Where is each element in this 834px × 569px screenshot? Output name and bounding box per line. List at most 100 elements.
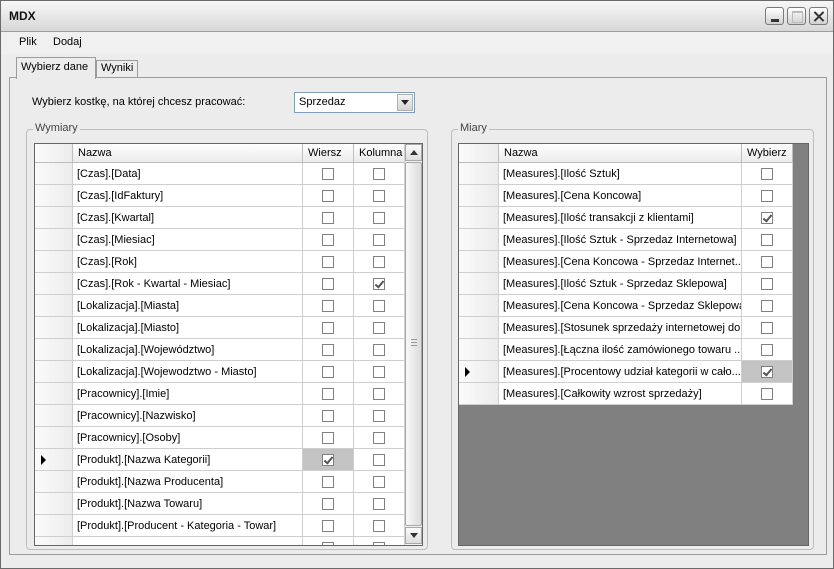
wybierz-checkbox[interactable]	[761, 299, 773, 312]
measure-name-cell[interactable]: [Measures].[Cena Koncowa - Sprzedaz Inte…	[499, 251, 742, 273]
wiersz-checkbox[interactable]	[322, 189, 334, 202]
dimension-name-cell[interactable]: [Czas].[Miesiac]	[73, 229, 303, 251]
tab-wyniki[interactable]: Wyniki	[96, 60, 138, 78]
row-header[interactable]	[459, 273, 499, 295]
measure-name-cell[interactable]: [Measures].[Łączna ilość zamówionego tow…	[499, 339, 742, 361]
kolumna-checkbox[interactable]	[373, 255, 385, 268]
row-header[interactable]	[35, 405, 73, 427]
measure-name-cell[interactable]: [Measures].[Ilość transakcji z klientami…	[499, 207, 742, 229]
wiersz-checkbox[interactable]	[322, 343, 334, 356]
measure-name-cell[interactable]: [Measures].[Cena Koncowa - Sprzedaz Skle…	[499, 295, 742, 317]
minimize-button[interactable]	[765, 7, 784, 25]
wiersz-checkbox[interactable]	[322, 211, 334, 224]
dimensions-header-kolumna[interactable]: Kolumna	[354, 144, 405, 163]
kolumna-checkbox[interactable]	[373, 387, 385, 400]
row-header[interactable]	[459, 361, 499, 383]
row-header[interactable]	[35, 427, 73, 449]
row-header[interactable]	[35, 383, 73, 405]
dimension-name-cell[interactable]: [Lokalizacja].[Województwo]	[73, 339, 303, 361]
wiersz-checkbox[interactable]	[322, 387, 334, 400]
title-bar[interactable]: MDX	[1, 1, 833, 32]
dimension-name-cell[interactable]	[73, 537, 303, 545]
dimension-name-cell[interactable]: [Lokalizacja].[Wojewodztwo - Miasto]	[73, 361, 303, 383]
dimension-name-cell[interactable]: [Produkt].[Nazwa Kategorii]	[73, 449, 303, 471]
row-header[interactable]	[35, 493, 73, 515]
wybierz-checkbox[interactable]	[761, 365, 773, 378]
dimension-name-cell[interactable]: [Pracownicy].[Imie]	[73, 383, 303, 405]
measures-header-nazwa[interactable]: Nazwa	[499, 144, 742, 163]
row-header[interactable]	[35, 537, 73, 545]
cube-combobox[interactable]: Sprzedaz	[294, 92, 415, 113]
wybierz-checkbox[interactable]	[761, 387, 773, 400]
wiersz-checkbox[interactable]	[322, 519, 334, 532]
row-header[interactable]	[35, 273, 73, 295]
row-header[interactable]	[35, 295, 73, 317]
wiersz-checkbox[interactable]	[322, 475, 334, 488]
row-header[interactable]	[35, 229, 73, 251]
row-header[interactable]	[35, 471, 73, 493]
row-header[interactable]	[459, 229, 499, 251]
row-header[interactable]	[459, 317, 499, 339]
row-header[interactable]	[35, 339, 73, 361]
wiersz-checkbox[interactable]	[322, 277, 334, 290]
wybierz-checkbox[interactable]	[761, 167, 773, 180]
row-header[interactable]	[459, 185, 499, 207]
wiersz-checkbox[interactable]	[322, 365, 334, 378]
dropdown-arrow-icon[interactable]	[397, 94, 413, 111]
kolumna-checkbox[interactable]	[373, 167, 385, 180]
dimension-name-cell[interactable]: [Czas].[IdFaktury]	[73, 185, 303, 207]
wiersz-checkbox[interactable]	[322, 233, 334, 246]
row-header[interactable]	[35, 449, 73, 471]
dimension-name-cell[interactable]: [Produkt].[Producent - Kategoria - Towar…	[73, 515, 303, 537]
dimension-name-cell[interactable]: [Czas].[Rok]	[73, 251, 303, 273]
kolumna-checkbox[interactable]	[373, 365, 385, 378]
measure-name-cell[interactable]: [Measures].[Ilość Sztuk]	[499, 163, 742, 185]
wiersz-checkbox[interactable]	[322, 541, 334, 545]
row-header[interactable]	[459, 295, 499, 317]
measure-name-cell[interactable]: [Measures].[Ilość Sztuk - Sprzedaz Sklep…	[499, 273, 742, 295]
row-header[interactable]	[459, 383, 499, 405]
measure-name-cell[interactable]: [Measures].[Stosunek sprzedaży interneto…	[499, 317, 742, 339]
row-header[interactable]	[459, 251, 499, 273]
dimension-name-cell[interactable]: [Pracownicy].[Nazwisko]	[73, 405, 303, 427]
wybierz-checkbox[interactable]	[761, 255, 773, 268]
row-header[interactable]	[459, 163, 499, 185]
dimensions-header-wiersz[interactable]: Wiersz	[303, 144, 354, 163]
dimension-name-cell[interactable]: [Pracownicy].[Osoby]	[73, 427, 303, 449]
kolumna-checkbox[interactable]	[373, 541, 385, 545]
dimension-name-cell[interactable]: [Lokalizacja].[Miasto]	[73, 317, 303, 339]
wiersz-checkbox[interactable]	[322, 453, 334, 466]
measure-name-cell[interactable]: [Measures].[Całkowity wzrost sprzedaży]	[499, 383, 742, 405]
wybierz-checkbox[interactable]	[761, 233, 773, 246]
dimension-name-cell[interactable]: [Lokalizacja].[Miasta]	[73, 295, 303, 317]
kolumna-checkbox[interactable]	[373, 453, 385, 466]
kolumna-checkbox[interactable]	[373, 321, 385, 334]
kolumna-checkbox[interactable]	[373, 475, 385, 488]
scroll-thumb[interactable]	[405, 162, 422, 526]
kolumna-checkbox[interactable]	[373, 497, 385, 510]
wiersz-checkbox[interactable]	[322, 321, 334, 334]
measures-header-wybierz[interactable]: Wybierz	[742, 144, 793, 163]
dimension-name-cell[interactable]: [Czas].[Rok - Kwartal - Miesiac]	[73, 273, 303, 295]
kolumna-checkbox[interactable]	[373, 211, 385, 224]
row-header[interactable]	[35, 163, 73, 185]
wybierz-checkbox[interactable]	[761, 211, 773, 224]
wybierz-checkbox[interactable]	[761, 321, 773, 334]
kolumna-checkbox[interactable]	[373, 409, 385, 422]
kolumna-checkbox[interactable]	[373, 189, 385, 202]
dimension-name-cell[interactable]: [Czas].[Data]	[73, 163, 303, 185]
wiersz-checkbox[interactable]	[322, 299, 334, 312]
menu-dodaj[interactable]: Dodaj	[53, 36, 82, 48]
measure-name-cell[interactable]: [Measures].[Cena Koncowa]	[499, 185, 742, 207]
row-header[interactable]	[35, 207, 73, 229]
close-button[interactable]	[809, 7, 828, 25]
wybierz-checkbox[interactable]	[761, 277, 773, 290]
kolumna-checkbox[interactable]	[373, 233, 385, 246]
wiersz-checkbox[interactable]	[322, 255, 334, 268]
wiersz-checkbox[interactable]	[322, 497, 334, 510]
wiersz-checkbox[interactable]	[322, 431, 334, 444]
dimension-name-cell[interactable]: [Produkt].[Nazwa Producenta]	[73, 471, 303, 493]
kolumna-checkbox[interactable]	[373, 431, 385, 444]
row-header[interactable]	[35, 361, 73, 383]
wybierz-checkbox[interactable]	[761, 343, 773, 356]
